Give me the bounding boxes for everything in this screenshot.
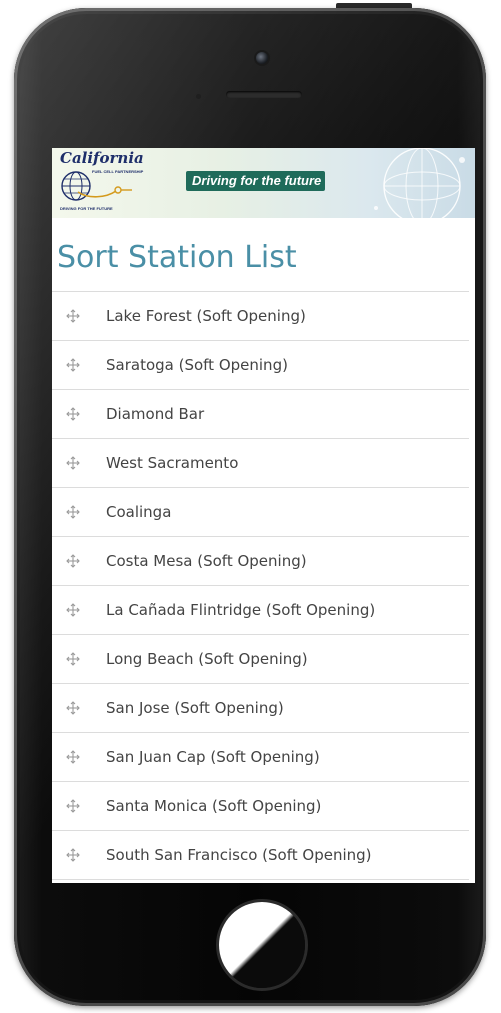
station-name: Long Beach (Soft Opening)	[106, 650, 308, 668]
station-name: Santa Monica (Soft Opening)	[106, 797, 322, 815]
station-list-item[interactable]: San Juan Cap (Soft Opening)	[52, 733, 469, 782]
front-camera	[256, 52, 268, 64]
station-list-item[interactable]: Diamond Bar	[52, 390, 469, 439]
drag-move-icon[interactable]	[66, 456, 80, 470]
header-banner: California FUEL CELL PARTNERSHIP DRIVING…	[52, 148, 475, 218]
station-name: West Sacramento	[106, 454, 239, 472]
logo-subtitle: FUEL CELL PARTNERSHIP	[92, 169, 144, 174]
drag-move-icon[interactable]	[66, 505, 80, 519]
station-name: Coalinga	[106, 503, 172, 521]
drag-move-icon[interactable]	[66, 799, 80, 813]
station-list-item[interactable]: Lake Forest (Soft Opening)	[52, 291, 469, 341]
station-list-item[interactable]: La Cañada Flintridge (Soft Opening)	[52, 586, 469, 635]
drag-move-icon[interactable]	[66, 848, 80, 862]
station-name: San Jose (Soft Opening)	[106, 699, 284, 717]
phone-screen: California FUEL CELL PARTNERSHIP DRIVING…	[52, 148, 475, 883]
station-name: Costa Mesa (Soft Opening)	[106, 552, 307, 570]
page-title: Sort Station List	[57, 240, 297, 275]
station-list-item[interactable]: Costa Mesa (Soft Opening)	[52, 537, 469, 586]
drag-move-icon[interactable]	[66, 652, 80, 666]
drag-move-icon[interactable]	[66, 554, 80, 568]
station-list-item[interactable]: South San Francisco (Soft Opening)	[52, 831, 469, 880]
station-list: Lake Forest (Soft Opening) Saratoga (Sof…	[52, 291, 469, 880]
station-name: Lake Forest (Soft Opening)	[106, 307, 306, 325]
banner-slogan: Driving for the future	[186, 171, 326, 191]
station-name: San Juan Cap (Soft Opening)	[106, 748, 320, 766]
earpiece-speaker	[226, 91, 302, 98]
station-list-item[interactable]: San Jose (Soft Opening)	[52, 684, 469, 733]
drag-move-icon[interactable]	[66, 407, 80, 421]
station-name: Diamond Bar	[106, 405, 205, 423]
device-frame-stage: California FUEL CELL PARTNERSHIP DRIVING…	[0, 0, 501, 1013]
station-list-item[interactable]: West Sacramento	[52, 439, 469, 488]
logo-title: California	[60, 149, 144, 167]
station-list-item[interactable]: Long Beach (Soft Opening)	[52, 635, 469, 684]
station-list-item[interactable]: Saratoga (Soft Opening)	[52, 341, 469, 390]
drag-move-icon[interactable]	[66, 603, 80, 617]
drag-move-icon[interactable]	[66, 701, 80, 715]
station-name: La Cañada Flintridge (Soft Opening)	[106, 601, 376, 619]
home-button[interactable]	[219, 902, 305, 988]
station-list-item[interactable]: Santa Monica (Soft Opening)	[52, 782, 469, 831]
station-name: Saratoga (Soft Opening)	[106, 356, 288, 374]
drag-move-icon[interactable]	[66, 309, 80, 323]
drag-move-icon[interactable]	[66, 750, 80, 764]
station-name: South San Francisco (Soft Opening)	[106, 846, 372, 864]
proximity-sensor	[196, 94, 201, 99]
hydrogen-sphere-graphic-icon	[374, 148, 465, 218]
station-list-item[interactable]: Coalinga	[52, 488, 469, 537]
logo-tagline: DRIVING FOR THE FUTURE	[60, 206, 113, 211]
drag-move-icon[interactable]	[66, 358, 80, 372]
